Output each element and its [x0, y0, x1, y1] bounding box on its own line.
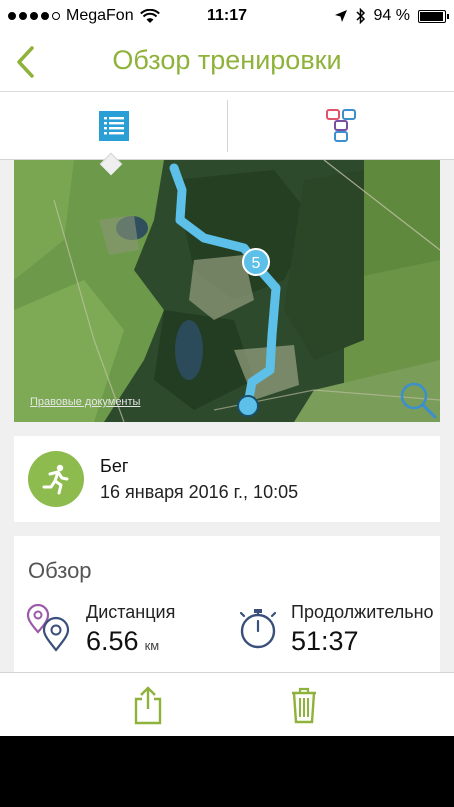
legal-documents-link[interactable]: Правовые документы: [30, 396, 140, 408]
running-icon: [28, 451, 84, 507]
list-icon: [98, 111, 129, 141]
trash-icon: [292, 687, 316, 724]
location-arrow-icon: [334, 10, 347, 22]
tab-splits[interactable]: [228, 92, 454, 160]
distance-unit: км: [144, 638, 160, 653]
share-button[interactable]: [126, 683, 170, 727]
overview-title: Обзор: [28, 558, 92, 583]
nav-bar: Обзор тренировки: [0, 32, 454, 92]
bottom-toolbar: [0, 672, 454, 736]
delete-button[interactable]: [282, 683, 326, 727]
duration-value: 51:37: [291, 626, 359, 656]
magnifier-icon: [400, 382, 437, 419]
status-bar: MegaFon 11:17 94 %: [0, 0, 454, 32]
battery-fill: [420, 11, 443, 21]
km-marker-label: 5: [252, 255, 261, 272]
distance-value: 6.56 км: [86, 626, 159, 657]
start-marker: [237, 395, 259, 417]
activity-name: Бег: [100, 456, 129, 476]
distance-label: Дистанция: [86, 602, 176, 622]
page-title: Обзор тренировки: [112, 45, 342, 75]
duration-label: Продолжительно: [291, 602, 434, 622]
distance-number: 6.56: [86, 626, 139, 656]
tab-bar: [0, 92, 454, 160]
splits-icon: [325, 109, 356, 142]
share-icon: [134, 686, 162, 725]
bluetooth-icon: [356, 8, 365, 24]
battery-icon: [418, 9, 449, 23]
satellite-map: 5: [14, 160, 440, 422]
tab-summary[interactable]: [0, 92, 227, 160]
status-right: 94 %: [334, 7, 449, 25]
activity-card[interactable]: Бег 16 января 2016 г., 10:05: [14, 436, 440, 522]
route-map[interactable]: 5 Правовые документы: [14, 160, 440, 422]
map-search-button[interactable]: [398, 380, 438, 420]
stopwatch-icon: [236, 604, 280, 652]
location-pins-icon: [26, 603, 70, 652]
battery-percent: 94 %: [373, 7, 410, 24]
activity-date: 16 января 2016 г., 10:05: [100, 482, 299, 502]
overview-card: Обзор Дистанция 6.56 км Продолжительно 51…: [14, 536, 440, 676]
app-screen: MegaFon 11:17 94 % Обзор тренировки 5 Пр…: [0, 0, 454, 736]
